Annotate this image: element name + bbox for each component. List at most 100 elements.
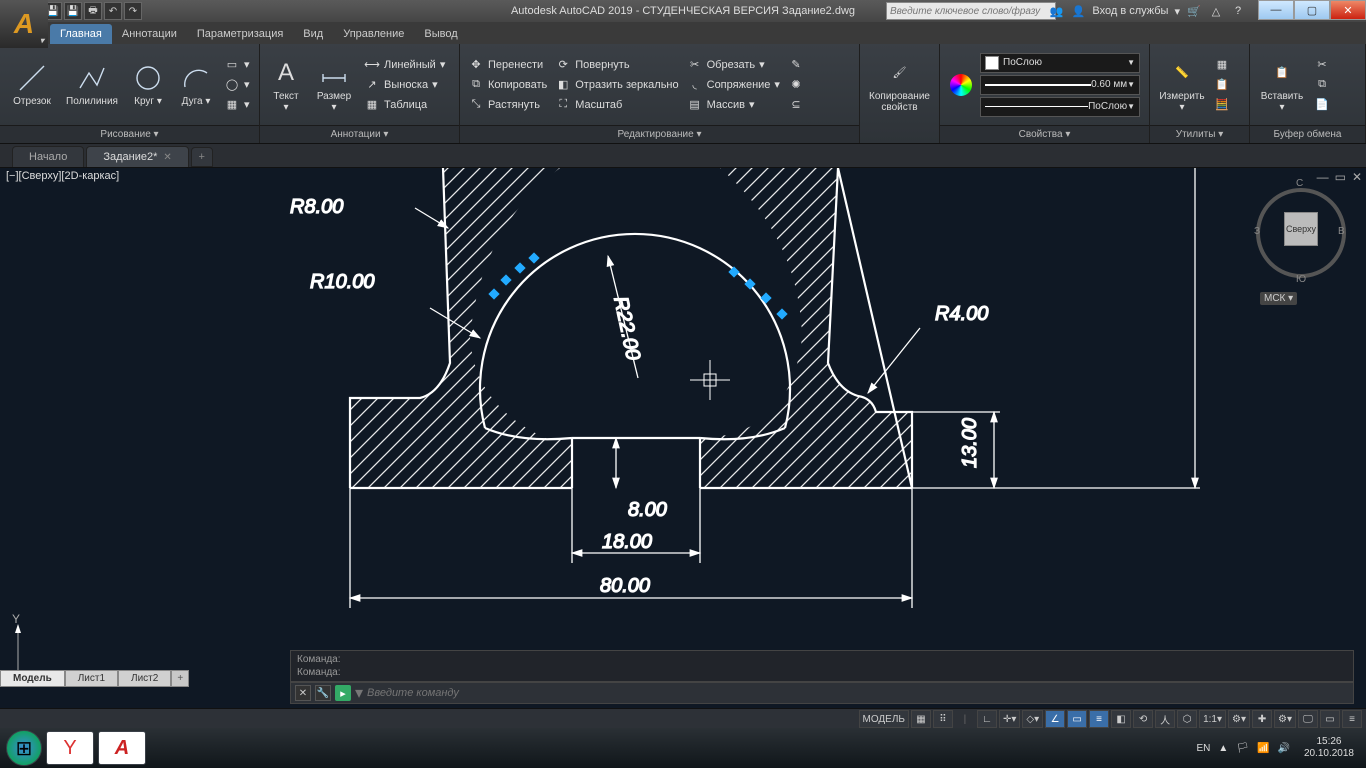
tray-lang[interactable]: EN bbox=[1197, 743, 1211, 754]
command-line[interactable]: ✕ 🔧 ▸ ▾ bbox=[290, 682, 1354, 704]
tray-clock[interactable]: 15:26 20.10.2018 bbox=[1298, 736, 1360, 760]
offset-button[interactable]: ⊆ bbox=[786, 96, 806, 114]
linetype-combo[interactable]: ПоСлою▼ bbox=[980, 97, 1140, 117]
rotate-button[interactable]: ⟳Повернуть bbox=[553, 56, 680, 74]
trim-button[interactable]: ✂Обрезать ▾ bbox=[685, 56, 782, 74]
stretch-button[interactable]: ⤡Растянуть bbox=[466, 96, 549, 114]
tab-view[interactable]: Вид bbox=[293, 24, 333, 44]
exchange-icon[interactable]: 🛒 bbox=[1186, 3, 1202, 19]
circle-button[interactable]: Круг ▾ bbox=[126, 60, 170, 109]
polyline-button[interactable]: Полилиния bbox=[62, 60, 122, 109]
status-3dosnap-icon[interactable]: ⬡ bbox=[1177, 710, 1197, 728]
status-model[interactable]: МОДЕЛЬ bbox=[859, 710, 909, 728]
qat-plot-icon[interactable]: 🖶 bbox=[84, 2, 102, 20]
status-scale[interactable]: 1:1 ▾ bbox=[1199, 710, 1226, 728]
rectangle-button[interactable]: ▭▾ bbox=[222, 56, 252, 74]
color-combo[interactable]: ПоСлою▼ bbox=[980, 53, 1140, 73]
text-button[interactable]: A Текст ▾ bbox=[266, 55, 306, 115]
mirror-button[interactable]: ◧Отразить зеркально bbox=[553, 76, 680, 94]
util-btn2[interactable]: 📋 bbox=[1212, 76, 1232, 94]
drawing-canvas[interactable]: [−][Сверху][2D-каркас] — ▭ ✕ bbox=[0, 168, 1366, 708]
color-picker-button[interactable] bbox=[946, 72, 976, 98]
tab-start[interactable]: Начало bbox=[12, 146, 84, 167]
fillet-button[interactable]: ◟Сопряжение ▾ bbox=[685, 76, 782, 94]
tray-network-icon[interactable]: 📶 bbox=[1257, 743, 1269, 754]
panel-clip-title[interactable]: Буфер обмена bbox=[1250, 125, 1365, 143]
tab-manage[interactable]: Управление bbox=[333, 24, 414, 44]
app-menu-button[interactable]: A▾ bbox=[0, 0, 48, 48]
help-search[interactable]: Введите ключевое слово/фразу bbox=[886, 2, 1056, 20]
wcs-dropdown[interactable]: МСК ▾ bbox=[1260, 292, 1297, 305]
tab-home[interactable]: Главная bbox=[50, 24, 112, 44]
pasteclip-button[interactable]: 📄 bbox=[1312, 96, 1332, 114]
minimize-button[interactable]: — bbox=[1258, 0, 1294, 20]
status-dyn-icon[interactable]: 人 bbox=[1155, 710, 1175, 728]
status-ortho-icon[interactable]: ∟ bbox=[977, 710, 997, 728]
hatch-button[interactable]: ▦▾ bbox=[222, 96, 252, 114]
viewcube-s[interactable]: Ю bbox=[1296, 274, 1306, 285]
layout-add-button[interactable]: + bbox=[171, 670, 189, 687]
cmd-config-icon[interactable]: 🔧 bbox=[315, 685, 331, 701]
viewcube-e[interactable]: В bbox=[1338, 226, 1345, 237]
taskbar-yandex-icon[interactable]: Y bbox=[46, 731, 94, 765]
tab-annotate[interactable]: Аннотации bbox=[112, 24, 187, 44]
qat-redo-icon[interactable]: ↷ bbox=[124, 2, 142, 20]
tab-drawing[interactable]: Задание2*✕ bbox=[86, 146, 188, 167]
layout-sheet1[interactable]: Лист1 bbox=[65, 670, 118, 687]
status-cycling-icon[interactable]: ⟲ bbox=[1133, 710, 1153, 728]
tray-action-icon[interactable]: 🏳 bbox=[1236, 743, 1249, 754]
leader-button[interactable]: ↗Выноска ▾ bbox=[362, 76, 447, 94]
layout-model[interactable]: Модель bbox=[0, 670, 65, 687]
viewport-label[interactable]: [−][Сверху][2D-каркас] bbox=[6, 170, 119, 182]
status-osnap-icon[interactable]: ∠ bbox=[1045, 710, 1065, 728]
maximize-button[interactable]: ▢ bbox=[1294, 0, 1330, 20]
new-tab-button[interactable]: + bbox=[191, 147, 213, 167]
array-button[interactable]: ▤Массив ▾ bbox=[685, 96, 782, 114]
status-monitor-icon[interactable]: 🖵 bbox=[1298, 710, 1318, 728]
explode-button[interactable]: ✺ bbox=[786, 76, 806, 94]
status-transparency-icon[interactable]: ◧ bbox=[1111, 710, 1131, 728]
taskbar-autocad-icon[interactable]: A bbox=[98, 731, 146, 765]
status-grid-icon[interactable]: ▦ bbox=[911, 710, 931, 728]
status-custom-icon[interactable]: ≡ bbox=[1342, 710, 1362, 728]
status-clean-icon[interactable]: ▭ bbox=[1320, 710, 1340, 728]
scale-button[interactable]: ⛶Масштаб bbox=[553, 96, 680, 114]
signin-dropdown-icon[interactable]: ▾ bbox=[1174, 5, 1180, 18]
status-iso-icon[interactable]: ◇▾ bbox=[1022, 710, 1043, 728]
erase-button[interactable]: ✎ bbox=[786, 56, 806, 74]
paste-button[interactable]: 📋 Вставить ▾ bbox=[1256, 55, 1308, 115]
cut-button[interactable]: ✂ bbox=[1312, 56, 1332, 74]
viewcube-w[interactable]: З bbox=[1254, 226, 1260, 237]
panel-props-title[interactable]: Свойства ▾ bbox=[940, 125, 1149, 143]
copy-button[interactable]: ⧉Копировать bbox=[466, 76, 549, 94]
viewcube-n[interactable]: С bbox=[1296, 178, 1303, 189]
matchprop-button[interactable]: 🖌 Копирование свойств bbox=[865, 55, 934, 115]
help-icon[interactable]: ? bbox=[1230, 3, 1246, 19]
panel-annot-title[interactable]: Аннотации ▾ bbox=[260, 125, 459, 143]
vp-close-icon[interactable]: ✕ bbox=[1352, 170, 1362, 184]
start-button[interactable]: ⊞ bbox=[6, 730, 42, 766]
panel-utils-title[interactable]: Утилиты ▾ bbox=[1150, 125, 1249, 143]
table-button[interactable]: ▦Таблица bbox=[362, 96, 447, 114]
measure-button[interactable]: 📏 Измерить ▾ bbox=[1156, 55, 1208, 115]
cmd-close-icon[interactable]: ✕ bbox=[295, 685, 311, 701]
panel-modify-title[interactable]: Редактирование ▾ bbox=[460, 125, 859, 143]
viewcube-face[interactable]: Сверху bbox=[1284, 212, 1318, 246]
tab-output[interactable]: Вывод bbox=[414, 24, 467, 44]
status-ws-icon[interactable]: ⚙▾ bbox=[1274, 710, 1296, 728]
util-btn1[interactable]: ▦ bbox=[1212, 56, 1232, 74]
move-button[interactable]: ✥Перенести bbox=[466, 56, 549, 74]
command-input[interactable] bbox=[367, 687, 1349, 699]
status-polar-icon[interactable]: ✛▾ bbox=[999, 710, 1020, 728]
status-ann-icon[interactable]: ✚ bbox=[1252, 710, 1272, 728]
dimension-button[interactable]: Размер ▾ bbox=[310, 55, 358, 115]
line-button[interactable]: Отрезок bbox=[6, 60, 58, 109]
tray-flag-icon[interactable]: ▲ bbox=[1218, 743, 1228, 754]
tab-close-icon[interactable]: ✕ bbox=[163, 152, 171, 163]
status-lwt-icon[interactable]: ≡ bbox=[1089, 710, 1109, 728]
panel-draw-title[interactable]: Рисование ▾ bbox=[0, 125, 259, 143]
tab-parametric[interactable]: Параметризация bbox=[187, 24, 293, 44]
a360-icon[interactable]: △ bbox=[1208, 3, 1224, 19]
qat-undo-icon[interactable]: ↶ bbox=[104, 2, 122, 20]
infocenter-icon[interactable]: 👥 bbox=[1048, 3, 1064, 19]
